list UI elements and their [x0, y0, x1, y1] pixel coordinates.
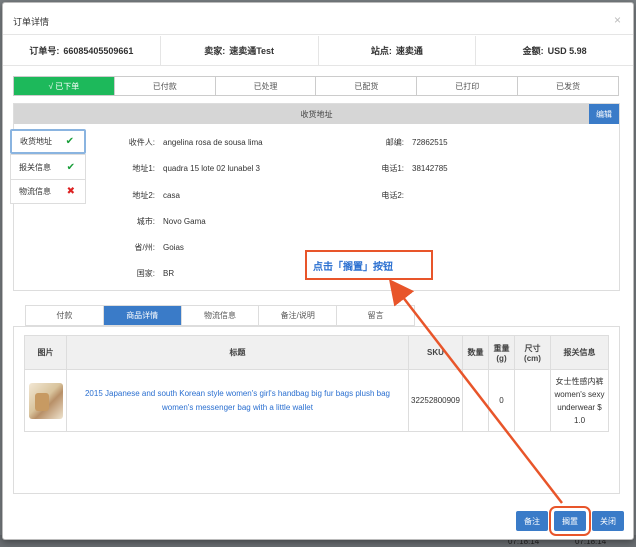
- order-summary-bar: 订单号: 66085405509661 卖家: 速卖通Test 站点: 速卖通 金额:…: [3, 36, 633, 66]
- zip-row: 邮编: 72862515: [385, 138, 448, 147]
- modal-header: 订单详情 ×: [3, 3, 633, 35]
- step-paid: 已付款: [114, 77, 216, 95]
- side-tabs: 收货地址 ✔ 报关信息 ✔ 物流信息 ✖: [10, 129, 86, 204]
- modal-title: 订单详情: [13, 17, 50, 27]
- tab-messages[interactable]: 留言: [337, 306, 414, 325]
- col-header-customs: 报关信息: [550, 335, 609, 370]
- annotation-callout: 点击「搁置」按钮: [305, 250, 433, 280]
- address-panel-header: 收货地址 编辑: [14, 104, 619, 124]
- qty-cell: [462, 369, 489, 432]
- step-ordered: √ 已下单: [14, 77, 115, 95]
- side-tab-logistics-info[interactable]: 物流信息 ✖: [10, 179, 86, 204]
- country-row: 国家: BR: [136, 269, 175, 278]
- side-tab-shipping-address[interactable]: 收货地址 ✔: [10, 129, 86, 154]
- product-image-cell: [24, 369, 67, 432]
- table-row: 2015 Japanese and south Korean style wom…: [24, 369, 609, 432]
- col-header-weight: 重量(g): [488, 335, 515, 370]
- col-header-image: 图片: [24, 335, 67, 370]
- product-thumbnail[interactable]: [28, 382, 63, 419]
- tab-payment[interactable]: 付款: [26, 306, 104, 325]
- phone2-row: 电话2:: [381, 191, 404, 200]
- product-table: 图片 标题 SKU 数量 重量(g) 尺寸(cm) 报关信息 2015 Japa…: [24, 335, 609, 432]
- sku-cell: 32252800909: [408, 369, 463, 432]
- edit-address-button[interactable]: 编辑: [589, 104, 619, 124]
- recipient-row: 收件人: angelina rosa de sousa lima: [128, 138, 263, 147]
- step-printed: 已打印: [417, 77, 519, 95]
- cross-icon: ✖: [66, 186, 75, 197]
- city-row: 城市: Novo Gama: [136, 217, 206, 226]
- col-header-size: 尺寸(cm): [514, 335, 551, 370]
- detail-tabs: 付款 商品详情 物流信息 备注/说明 留言: [25, 305, 415, 326]
- side-tab-customs-info[interactable]: 报关信息 ✔: [10, 154, 86, 179]
- address1-row: 地址1: quadra 15 lote 02 lunabel 3: [132, 164, 260, 173]
- seller-cell: 卖家: 速卖通Test: [161, 36, 319, 65]
- col-header-qty: 数量: [462, 335, 489, 370]
- col-header-sku: SKU: [408, 335, 463, 370]
- phone1-row: 电话1: 38142785: [381, 164, 448, 173]
- product-title-cell: 2015 Japanese and south Korean style wom…: [66, 369, 409, 432]
- customs-cell: 女士性感内裤 women's sexy underwear $ 1.0: [550, 369, 609, 432]
- size-cell: [514, 369, 551, 432]
- tab-logistics[interactable]: 物流信息: [181, 306, 260, 325]
- hold-button[interactable]: 搁置: [549, 506, 591, 536]
- amount-cell: 金额: USD 5.98: [522, 45, 587, 57]
- check-icon: ✔: [65, 136, 74, 147]
- step-processed: 已处理: [215, 77, 317, 95]
- note-button[interactable]: 备注: [516, 511, 548, 531]
- check-icon: ✔: [66, 161, 75, 173]
- step-allocated: 已配货: [316, 77, 418, 95]
- address-panel-title: 收货地址: [300, 109, 333, 119]
- state-row: 省/州: Goias: [134, 243, 184, 252]
- close-icon[interactable]: ×: [614, 13, 621, 27]
- address2-row: 地址2: casa: [132, 191, 180, 200]
- product-table-panel: 图片 标题 SKU 数量 重量(g) 尺寸(cm) 报关信息 2015 Japa…: [13, 326, 620, 494]
- col-header-title: 标题: [66, 335, 409, 370]
- order-progress: √ 已下单 已付款 已处理 已配货 已打印 已发货: [13, 76, 619, 96]
- weight-cell: 0: [488, 369, 515, 432]
- tab-product-details[interactable]: 商品详情: [103, 306, 182, 325]
- site-cell: 站点: 速卖通: [319, 36, 477, 65]
- annotation-text: 点击「搁置」按钮: [313, 261, 393, 273]
- step-shipped: 已发货: [518, 77, 618, 95]
- close-button[interactable]: 关闭: [592, 511, 624, 531]
- order-number-cell: 订单号: 66085405509661: [3, 36, 161, 65]
- footer-buttons: 备注 搁置 关闭: [516, 506, 624, 536]
- product-title-link[interactable]: 2015 Japanese and south Korean style wom…: [85, 389, 390, 412]
- tab-notes[interactable]: 备注/说明: [259, 306, 338, 325]
